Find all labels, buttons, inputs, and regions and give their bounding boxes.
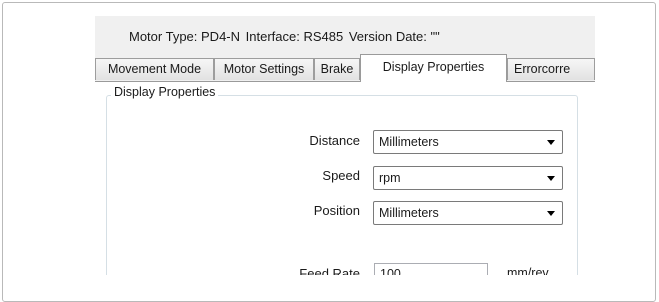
feed-rate-label: Feed Rate <box>299 266 360 275</box>
chevron-down-icon <box>547 176 555 181</box>
distance-label: Distance <box>309 133 360 148</box>
motor-config-panel: Motor Type: PD4-N Interface: RS485 Versi… <box>95 16 595 275</box>
tab-errorcorrection[interactable]: Errorcorre <box>507 58 595 80</box>
motor-info-header: Motor Type: PD4-N Interface: RS485 Versi… <box>129 29 442 44</box>
chevron-down-icon <box>547 211 555 216</box>
tab-brake[interactable]: Brake <box>314 58 360 80</box>
feed-rate-input[interactable]: 100 <box>374 263 488 275</box>
chevron-down-icon <box>547 140 555 145</box>
version-date-text: Version Date: "" <box>348 29 440 44</box>
tab-motor-settings[interactable]: Motor Settings <box>214 58 314 80</box>
feed-rate-unit: mm/rev <box>507 266 549 275</box>
tab-content: Display Properties Distance Millimeters … <box>95 81 595 275</box>
speed-value: rpm <box>379 171 401 185</box>
motor-type-text: Motor Type: PD4-N <box>129 29 241 44</box>
speed-label: Speed <box>322 168 360 183</box>
tab-display-properties[interactable]: Display Properties <box>360 54 507 82</box>
position-value: Millimeters <box>379 206 439 220</box>
interface-text: Interface: RS485 <box>245 29 344 44</box>
distance-value: Millimeters <box>379 135 439 149</box>
group-title: Display Properties <box>111 85 219 99</box>
tab-movement-mode[interactable]: Movement Mode <box>95 58 214 80</box>
speed-select[interactable]: rpm <box>373 166 563 190</box>
position-label: Position <box>313 203 360 218</box>
distance-select[interactable]: Millimeters <box>373 130 563 154</box>
tab-bar: Movement Mode Motor Settings Brake Displ… <box>95 54 595 82</box>
position-select[interactable]: Millimeters <box>373 201 563 225</box>
